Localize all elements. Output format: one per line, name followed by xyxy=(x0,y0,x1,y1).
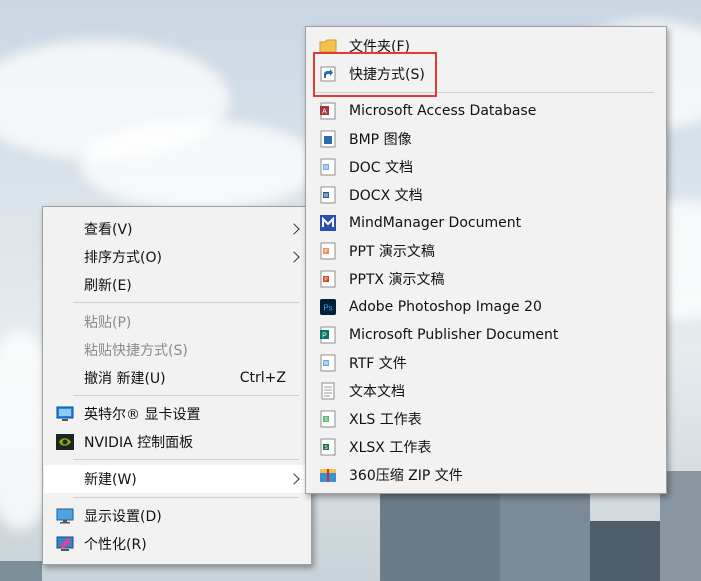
submenu-item-pptx[interactable]: P PPTX 演示文稿 xyxy=(307,265,665,293)
menu-item-undo-new[interactable]: 撤消 新建(U) Ctrl+Z xyxy=(44,364,310,392)
svg-text:W: W xyxy=(324,193,329,199)
submenu-item-mindmanager[interactable]: MindManager Document xyxy=(307,209,665,237)
submenu-item-publisher[interactable]: P Microsoft Publisher Document xyxy=(307,321,665,349)
menu-item-sort-label: 排序方式(O) xyxy=(84,250,162,266)
xlsx-icon: S xyxy=(320,438,336,456)
submenu-item-text[interactable]: 文本文档 xyxy=(307,377,665,405)
pptx-icon: P xyxy=(320,270,336,288)
submenu-item-label: BMP 图像 xyxy=(349,132,412,148)
menu-item-paste-label: 粘贴(P) xyxy=(84,315,132,331)
intel-graphics-icon xyxy=(56,406,74,421)
submenu-item-label: XLS 工作表 xyxy=(349,412,422,428)
svg-text:A: A xyxy=(322,109,327,116)
menu-item-personalize-label: 个性化(R) xyxy=(84,537,147,553)
menu-separator xyxy=(73,395,299,396)
menu-item-view[interactable]: 查看(V) xyxy=(44,215,310,243)
menu-item-refresh[interactable]: 刷新(E) xyxy=(44,271,310,299)
submenu-item-label: 360压缩 ZIP 文件 xyxy=(349,468,463,484)
submenu-item-label: 文本文档 xyxy=(349,384,405,400)
submenu-item-label: PPTX 演示文稿 xyxy=(349,272,445,288)
menu-item-intel-graphics[interactable]: 英特尔® 显卡设置 xyxy=(44,400,310,428)
submenu-item-xls[interactable]: S XLS 工作表 xyxy=(307,405,665,433)
photoshop-icon: Ps xyxy=(320,299,336,315)
menu-item-display-settings[interactable]: 显示设置(D) xyxy=(44,502,310,530)
xls-icon: S xyxy=(320,410,336,428)
submenu-item-xlsx[interactable]: S XLSX 工作表 xyxy=(307,433,665,461)
submenu-item-label: XLSX 工作表 xyxy=(349,440,432,456)
menu-item-nvidia-control-panel[interactable]: NVIDIA 控制面板 xyxy=(44,428,310,456)
display-settings-icon xyxy=(56,508,74,524)
submenu-item-label: RTF 文件 xyxy=(349,356,407,372)
submenu-item-label: PPT 演示文稿 xyxy=(349,244,435,260)
menu-item-paste: 粘贴(P) xyxy=(44,308,310,336)
menu-item-sort[interactable]: 排序方式(O) xyxy=(44,243,310,271)
svg-text:W: W xyxy=(324,165,329,171)
menu-separator xyxy=(73,459,299,460)
menu-item-undo-label: 撤消 新建(U) xyxy=(84,371,166,387)
menu-separator xyxy=(73,497,299,498)
zip-icon xyxy=(320,469,336,482)
docx-icon: W xyxy=(320,186,336,204)
chevron-right-icon xyxy=(288,473,300,485)
menu-item-display-label: 显示设置(D) xyxy=(84,509,162,525)
svg-text:P: P xyxy=(322,333,327,340)
menu-item-new[interactable]: 新建(W) xyxy=(44,465,310,493)
highlight-box xyxy=(313,52,437,97)
submenu-item-label: Microsoft Publisher Document xyxy=(349,327,559,343)
svg-text:W: W xyxy=(324,361,329,367)
submenu-item-photoshop[interactable]: Ps Adobe Photoshop Image 20 xyxy=(307,293,665,321)
doc-icon: W xyxy=(320,158,336,176)
menu-item-new-label: 新建(W) xyxy=(84,472,137,488)
bmp-icon xyxy=(320,130,336,148)
submenu-item-access[interactable]: A Microsoft Access Database xyxy=(307,97,665,125)
nvidia-icon xyxy=(56,434,74,450)
chevron-right-icon xyxy=(288,223,300,235)
menu-item-view-label: 查看(V) xyxy=(84,222,133,238)
ppt-icon: P xyxy=(320,242,336,260)
access-icon: A xyxy=(320,102,336,120)
submenu-item-label: Microsoft Access Database xyxy=(349,103,537,119)
chevron-right-icon xyxy=(288,251,300,263)
personalize-icon xyxy=(56,536,74,551)
mindmanager-icon xyxy=(320,215,336,231)
submenu-item-zip[interactable]: 360压缩 ZIP 文件 xyxy=(307,461,665,489)
submenu-item-rtf[interactable]: W RTF 文件 xyxy=(307,349,665,377)
desktop-context-menu: 查看(V) 排序方式(O) 刷新(E) 粘贴(P) 粘贴快捷方式(S) 撤消 新… xyxy=(42,206,312,565)
submenu-item-bmp[interactable]: BMP 图像 xyxy=(307,125,665,153)
submenu-item-label: MindManager Document xyxy=(349,215,522,231)
menu-item-refresh-label: 刷新(E) xyxy=(84,278,132,294)
menu-item-intel-label: 英特尔® 显卡设置 xyxy=(84,407,201,423)
menu-separator xyxy=(73,302,299,303)
text-icon xyxy=(321,382,335,400)
rtf-icon: W xyxy=(320,354,336,372)
submenu-item-label: Adobe Photoshop Image 20 xyxy=(349,299,542,315)
submenu-item-ppt[interactable]: P PPT 演示文稿 xyxy=(307,237,665,265)
submenu-item-label: DOCX 文档 xyxy=(349,188,423,204)
submenu-item-label: DOC 文档 xyxy=(349,160,414,176)
menu-item-paste-shortcut: 粘贴快捷方式(S) xyxy=(44,336,310,364)
submenu-item-docx[interactable]: W DOCX 文档 xyxy=(307,181,665,209)
menu-item-paste-shortcut-label: 粘贴快捷方式(S) xyxy=(84,343,188,359)
menu-item-nvidia-label: NVIDIA 控制面板 xyxy=(84,435,194,451)
submenu-item-doc[interactable]: W DOC 文档 xyxy=(307,153,665,181)
menu-item-personalize[interactable]: 个性化(R) xyxy=(44,530,310,558)
publisher-icon: P xyxy=(320,326,336,344)
undo-shortcut-text: Ctrl+Z xyxy=(239,370,286,386)
svg-text:Ps: Ps xyxy=(323,304,332,313)
